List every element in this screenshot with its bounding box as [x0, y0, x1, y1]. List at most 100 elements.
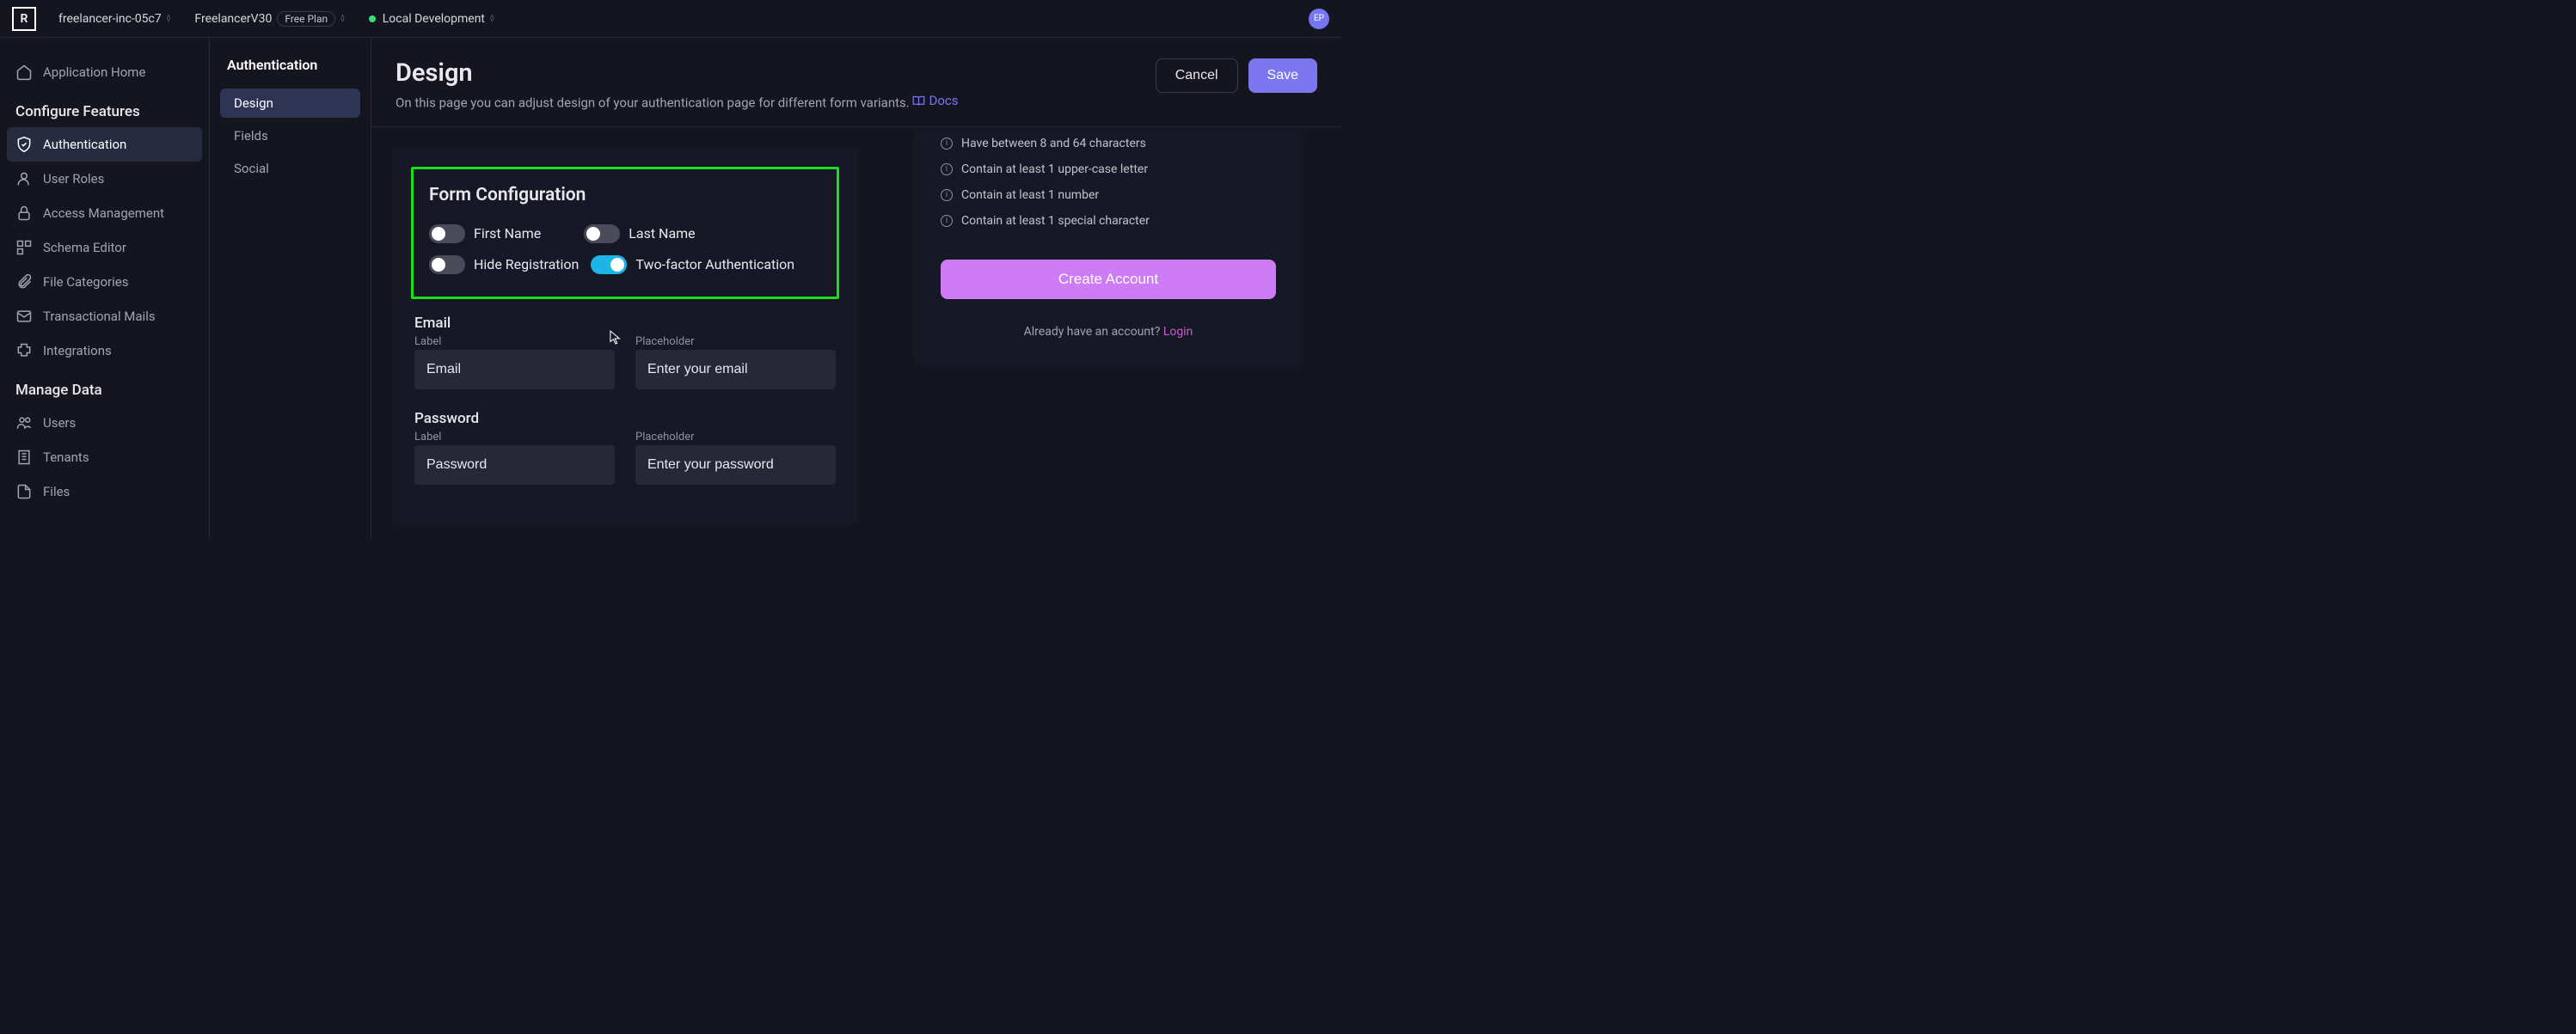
requirement-item: iContain at least 1 special character [941, 208, 1276, 234]
email-placeholder-input[interactable] [635, 350, 836, 389]
toggle-switch[interactable] [429, 255, 465, 274]
sidebar-item-home[interactable]: Application Home [0, 55, 209, 89]
content: Form Configuration First Name Last Name [371, 127, 1341, 540]
org-name: freelancer-inc-05c7 [58, 12, 162, 26]
toggle-switch[interactable] [591, 255, 627, 274]
sidebar-item-users[interactable]: Users [0, 406, 209, 440]
toggle-switch[interactable] [584, 224, 620, 243]
sidebar-label: Authentication [43, 137, 126, 152]
env-name: Local Development [383, 12, 485, 26]
home-icon [15, 64, 33, 81]
preview-panel: iHave between 8 and 64 characters iConta… [913, 131, 1303, 366]
sidebar-label: User Roles [43, 171, 104, 187]
book-icon [912, 95, 925, 107]
toggle-switch[interactable] [429, 224, 465, 243]
sidebar-label: Access Management [43, 205, 164, 221]
save-button[interactable]: Save [1248, 58, 1317, 93]
field-block-title: Password [414, 410, 836, 427]
env-switcher[interactable]: Local Development ˄˅ [369, 12, 494, 26]
toggle-label: Last Name [629, 225, 695, 242]
users-icon [15, 414, 33, 431]
status-dot-icon [369, 15, 376, 22]
password-requirements-list: iHave between 8 and 64 characters iConta… [941, 131, 1276, 234]
requirement-item: i Contain at least 1 number [941, 182, 1276, 208]
sidebar-label: Transactional Mails [43, 309, 156, 324]
info-icon: i [941, 138, 953, 150]
create-account-button[interactable]: Create Account [941, 260, 1276, 299]
field-block-title: Email [414, 315, 836, 332]
sidebar-item-transactional-mails[interactable]: Transactional Mails [0, 299, 209, 333]
sidebar-label: Files [43, 484, 70, 499]
form-configuration-box: Form Configuration First Name Last Name [411, 167, 839, 299]
subnav-item-fields[interactable]: Fields [220, 121, 360, 150]
avatar[interactable]: EP [1309, 9, 1329, 29]
toggle-hide-registration: Hide Registration [429, 255, 579, 274]
sidebar-item-tenants[interactable]: Tenants [0, 440, 209, 474]
app-name: FreelancerV30 [194, 12, 272, 26]
sidebar-item-schema-editor[interactable]: Schema Editor [0, 230, 209, 265]
field-label-caption: Label [414, 335, 615, 348]
toggle-label: First Name [474, 225, 541, 242]
cancel-button[interactable]: Cancel [1156, 58, 1238, 93]
page-subtitle: On this page you can adjust design of yo… [396, 93, 958, 111]
subnav: Authentication Design Fields Social [210, 38, 371, 539]
sidebar-section-manage: Manage Data [0, 368, 209, 406]
sidebar-label: Tenants [43, 450, 89, 465]
shield-icon [15, 136, 33, 153]
field-placeholder-caption: Placeholder [635, 431, 836, 444]
requirement-item: i Have between 8 and 64 characters [941, 131, 1276, 156]
config-panel: Form Configuration First Name Last Name [392, 148, 858, 524]
mail-icon [15, 308, 33, 325]
sidebar-item-integrations[interactable]: Integrations [0, 333, 209, 368]
field-label-caption: Label [414, 431, 615, 444]
requirement-text: Contain at least 1 number [961, 188, 1099, 202]
main-header: Design On this page you can adjust desig… [371, 38, 1341, 127]
user-icon [15, 170, 33, 187]
app-logo[interactable]: R [12, 7, 36, 31]
file-icon [15, 483, 33, 500]
password-label-input[interactable] [414, 445, 615, 485]
sidebar-item-user-roles[interactable]: User Roles [0, 162, 209, 196]
sidebar-label: Schema Editor [43, 240, 126, 255]
sidebar-label: File Categories [43, 274, 128, 290]
field-block-password: Password Label Placeholder [414, 410, 836, 485]
lock-icon [15, 205, 33, 222]
requirement-item: iContain at least 1 upper-case letter [941, 156, 1276, 182]
sidebar-label: Application Home [43, 64, 145, 80]
chevron-updown-icon: ˄˅ [490, 15, 494, 22]
toggle-last-name: Last Name [584, 224, 695, 243]
sidebar-label: Integrations [43, 343, 112, 358]
page-title: Design [396, 58, 958, 88]
toggle-label: Two-factor Authentication [635, 256, 794, 272]
subnav-item-social[interactable]: Social [220, 154, 360, 183]
org-switcher[interactable]: freelancer-inc-05c7 ˄˅ [58, 12, 170, 26]
docs-link-text: Docs [929, 93, 958, 108]
sidebar-item-access-management[interactable]: Access Management [0, 196, 209, 230]
main: Design On this page you can adjust desig… [371, 38, 1341, 539]
toggle-label: Hide Registration [474, 256, 579, 272]
password-placeholder-input[interactable] [635, 445, 836, 485]
docs-link[interactable]: Docs [912, 93, 958, 108]
info-icon: i [941, 189, 953, 201]
sidebar-item-file-categories[interactable]: File Categories [0, 265, 209, 299]
building-icon [15, 449, 33, 466]
form-config-title: Form Configuration [429, 185, 821, 205]
info-icon: i [941, 163, 953, 175]
subnav-item-design[interactable]: Design [220, 89, 360, 118]
sidebar-label: Users [43, 415, 76, 431]
info-icon: i [941, 215, 953, 227]
plan-badge: Free Plan [277, 11, 335, 27]
chevron-updown-icon: ˄˅ [167, 15, 171, 22]
puzzle-icon [15, 342, 33, 359]
email-label-input[interactable] [414, 350, 615, 389]
requirement-text: Have between 8 and 64 characters [961, 137, 1146, 150]
subnav-title: Authentication [220, 53, 360, 89]
schema-icon [15, 239, 33, 256]
login-link[interactable]: Login [1163, 325, 1193, 339]
app-switcher[interactable]: FreelancerV30 Free Plan ˄˅ [194, 11, 344, 27]
field-block-email: Email Label Placeholder [414, 315, 836, 389]
chevron-updown-icon: ˄˅ [340, 15, 345, 22]
sidebar-item-authentication[interactable]: Authentication [7, 127, 202, 162]
field-placeholder-caption: Placeholder [635, 335, 836, 348]
sidebar-item-files[interactable]: Files [0, 474, 209, 509]
